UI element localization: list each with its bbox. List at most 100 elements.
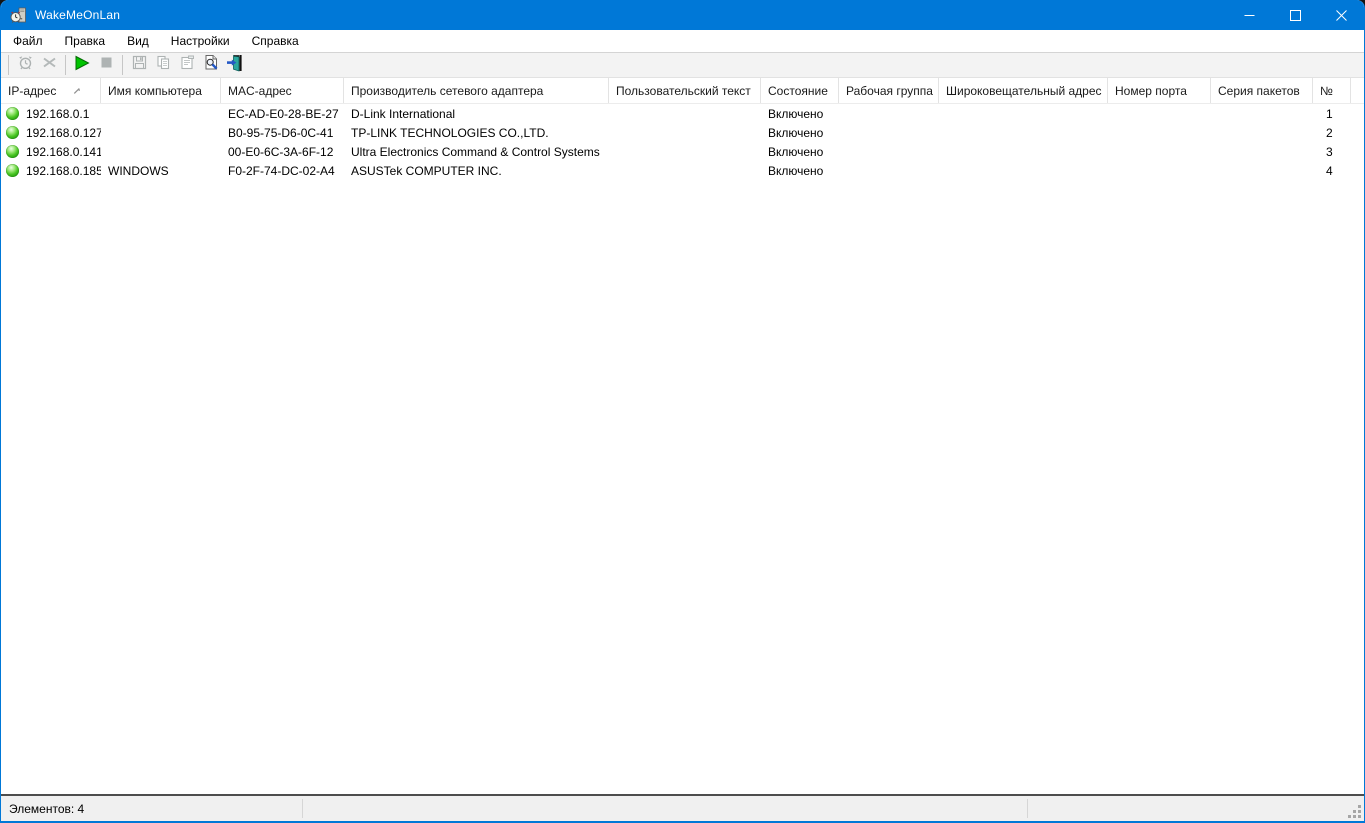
find-button[interactable] [199, 53, 223, 77]
app-icon [10, 7, 27, 24]
stop-icon [98, 54, 115, 76]
close-button[interactable] [1318, 0, 1364, 30]
window-title: WakeMeOnLan [35, 8, 121, 22]
minimize-icon [1244, 14, 1254, 16]
toolbar [1, 52, 1364, 78]
cell-vendor: D-Link International [351, 106, 456, 121]
play-icon [73, 54, 91, 77]
cell-status: Включено [768, 125, 824, 140]
start-scan-button[interactable] [70, 53, 94, 77]
cell-num: 1 [1326, 106, 1333, 121]
app-window: WakeMeOnLan Файл Правка Вид Настройки Справк… [0, 0, 1365, 823]
cell-status: Включено [768, 106, 824, 121]
list-header: IP-адрес Имя компьютера MAC-адрес Производи… [1, 78, 1364, 104]
menu-item-0[interactable]: Файл [2, 31, 54, 51]
device-row[interactable]: 192.168.0.1 EC-AD-E0-28-BE-27 D-Link Inter… [1, 104, 1364, 123]
column-label: IP-адрес [8, 83, 57, 98]
column-header-filler [1351, 78, 1364, 103]
stop-scan-button [94, 53, 118, 77]
items-count-label: Элементов: 4 [9, 801, 85, 816]
cell-mac: 00-E0-6C-3A-6F-12 [228, 144, 334, 159]
device-row[interactable]: 192.168.0.127 B0-95-75-D6-0C-41 TP-LINK TE… [1, 123, 1364, 142]
close-icon [1335, 9, 1347, 21]
device-row[interactable]: 192.168.0.185 WINDOWS F0-2F-74-DC-02-A4 ASU… [1, 161, 1364, 180]
exit-button[interactable] [223, 53, 247, 77]
cell-vendor: TP-LINK TECHNOLOGIES CO.,LTD. [351, 125, 549, 140]
cell-mac: EC-AD-E0-28-BE-27 [228, 106, 339, 121]
maximize-icon [1289, 9, 1301, 21]
cell-num: 4 [1326, 163, 1333, 178]
status-bar: Элементов: 4 [1, 794, 1364, 821]
list-body: 192.168.0.1 EC-AD-E0-28-BE-27 D-Link Inter… [1, 104, 1364, 180]
copy-button [151, 53, 175, 77]
save-button [127, 53, 151, 77]
minimize-button[interactable] [1226, 0, 1272, 30]
toolbar-separator [8, 55, 9, 75]
column-header-packet_series[interactable]: Серия пакетов [1211, 78, 1313, 103]
delete-x-icon [41, 54, 58, 76]
exit-door-icon [226, 54, 244, 77]
status-panel-right [1028, 796, 1364, 821]
power-status-green-ball-icon [6, 164, 19, 177]
properties-button [175, 53, 199, 77]
column-header-broadcast[interactable]: Широковещательный адрес [939, 78, 1108, 103]
column-header-computer_name[interactable]: Имя компьютера [101, 78, 221, 103]
cell-num: 3 [1326, 144, 1333, 159]
column-label: MAC-адрес [228, 83, 292, 98]
menu-item-2[interactable]: Вид [116, 31, 160, 51]
cell-ip: 192.168.0.185 [1, 164, 101, 178]
maximize-button[interactable] [1272, 0, 1318, 30]
resize-grip[interactable] [1347, 804, 1361, 818]
cell-mac: F0-2F-74-DC-02-A4 [228, 163, 335, 178]
toolbar-separator [122, 55, 123, 75]
column-label: Рабочая группа [846, 83, 933, 98]
cell-ip: 192.168.0.141 [1, 145, 101, 159]
menu-bar: Файл Правка Вид Настройки Справка [1, 30, 1364, 52]
column-label: Состояние [768, 83, 828, 98]
power-status-green-ball-icon [6, 107, 19, 120]
column-header-mac[interactable]: MAC-адрес [221, 78, 344, 103]
copy-icon [155, 54, 172, 76]
column-header-vendor[interactable]: Производитель сетевого адаптера [344, 78, 609, 103]
title-bar: WakeMeOnLan [1, 0, 1364, 30]
ip-text: 192.168.0.127 [26, 125, 101, 140]
column-header-user_text[interactable]: Пользовательский текст [609, 78, 761, 103]
cell-status: Включено [768, 144, 824, 159]
window-controls [1226, 0, 1364, 30]
ip-text: 192.168.0.1 [26, 106, 90, 121]
cell-ip: 192.168.0.127 [1, 126, 101, 140]
ip-text: 192.168.0.185 [26, 163, 101, 178]
delete-button [37, 53, 61, 77]
column-label: Пользовательский текст [616, 83, 751, 98]
cell-vendor: Ultra Electronics Command & Control Syst… [351, 144, 600, 159]
column-header-workgroup[interactable]: Рабочая группа [839, 78, 939, 103]
toolbar-separator [65, 55, 66, 75]
status-items-count: Элементов: 4 [1, 796, 302, 821]
column-label: Номер порта [1115, 83, 1187, 98]
cell-num: 2 [1326, 125, 1333, 140]
cell-mac: B0-95-75-D6-0C-41 [228, 125, 334, 140]
ip-text: 192.168.0.141 [26, 144, 101, 159]
cell-computer_name: WINDOWS [108, 163, 169, 178]
power-status-green-ball-icon [6, 145, 19, 158]
column-label: Серия пакетов [1218, 83, 1300, 98]
menu-item-4[interactable]: Справка [241, 31, 310, 51]
column-header-ip[interactable]: IP-адрес [1, 78, 101, 103]
properties-icon [179, 54, 196, 76]
menu-item-1[interactable]: Правка [54, 31, 117, 51]
device-row[interactable]: 192.168.0.141 00-E0-6C-3A-6F-12 Ultra Elec… [1, 142, 1364, 161]
column-header-port[interactable]: Номер порта [1108, 78, 1211, 103]
column-header-status[interactable]: Состояние [761, 78, 839, 103]
cell-status: Включено [768, 163, 824, 178]
column-label: Имя компьютера [108, 83, 202, 98]
device-list: IP-адрес Имя компьютера MAC-адрес Производи… [1, 78, 1364, 794]
sort-ascending-icon [73, 87, 81, 95]
wake-up-button [13, 53, 37, 77]
power-status-green-ball-icon [6, 126, 19, 139]
column-label: № [1320, 83, 1333, 98]
menu-item-3[interactable]: Настройки [160, 31, 241, 51]
cell-vendor: ASUSTek COMPUTER INC. [351, 163, 502, 178]
cell-ip: 192.168.0.1 [1, 107, 101, 121]
column-header-num[interactable]: № [1313, 78, 1351, 103]
column-label: Широковещательный адрес [946, 83, 1102, 98]
